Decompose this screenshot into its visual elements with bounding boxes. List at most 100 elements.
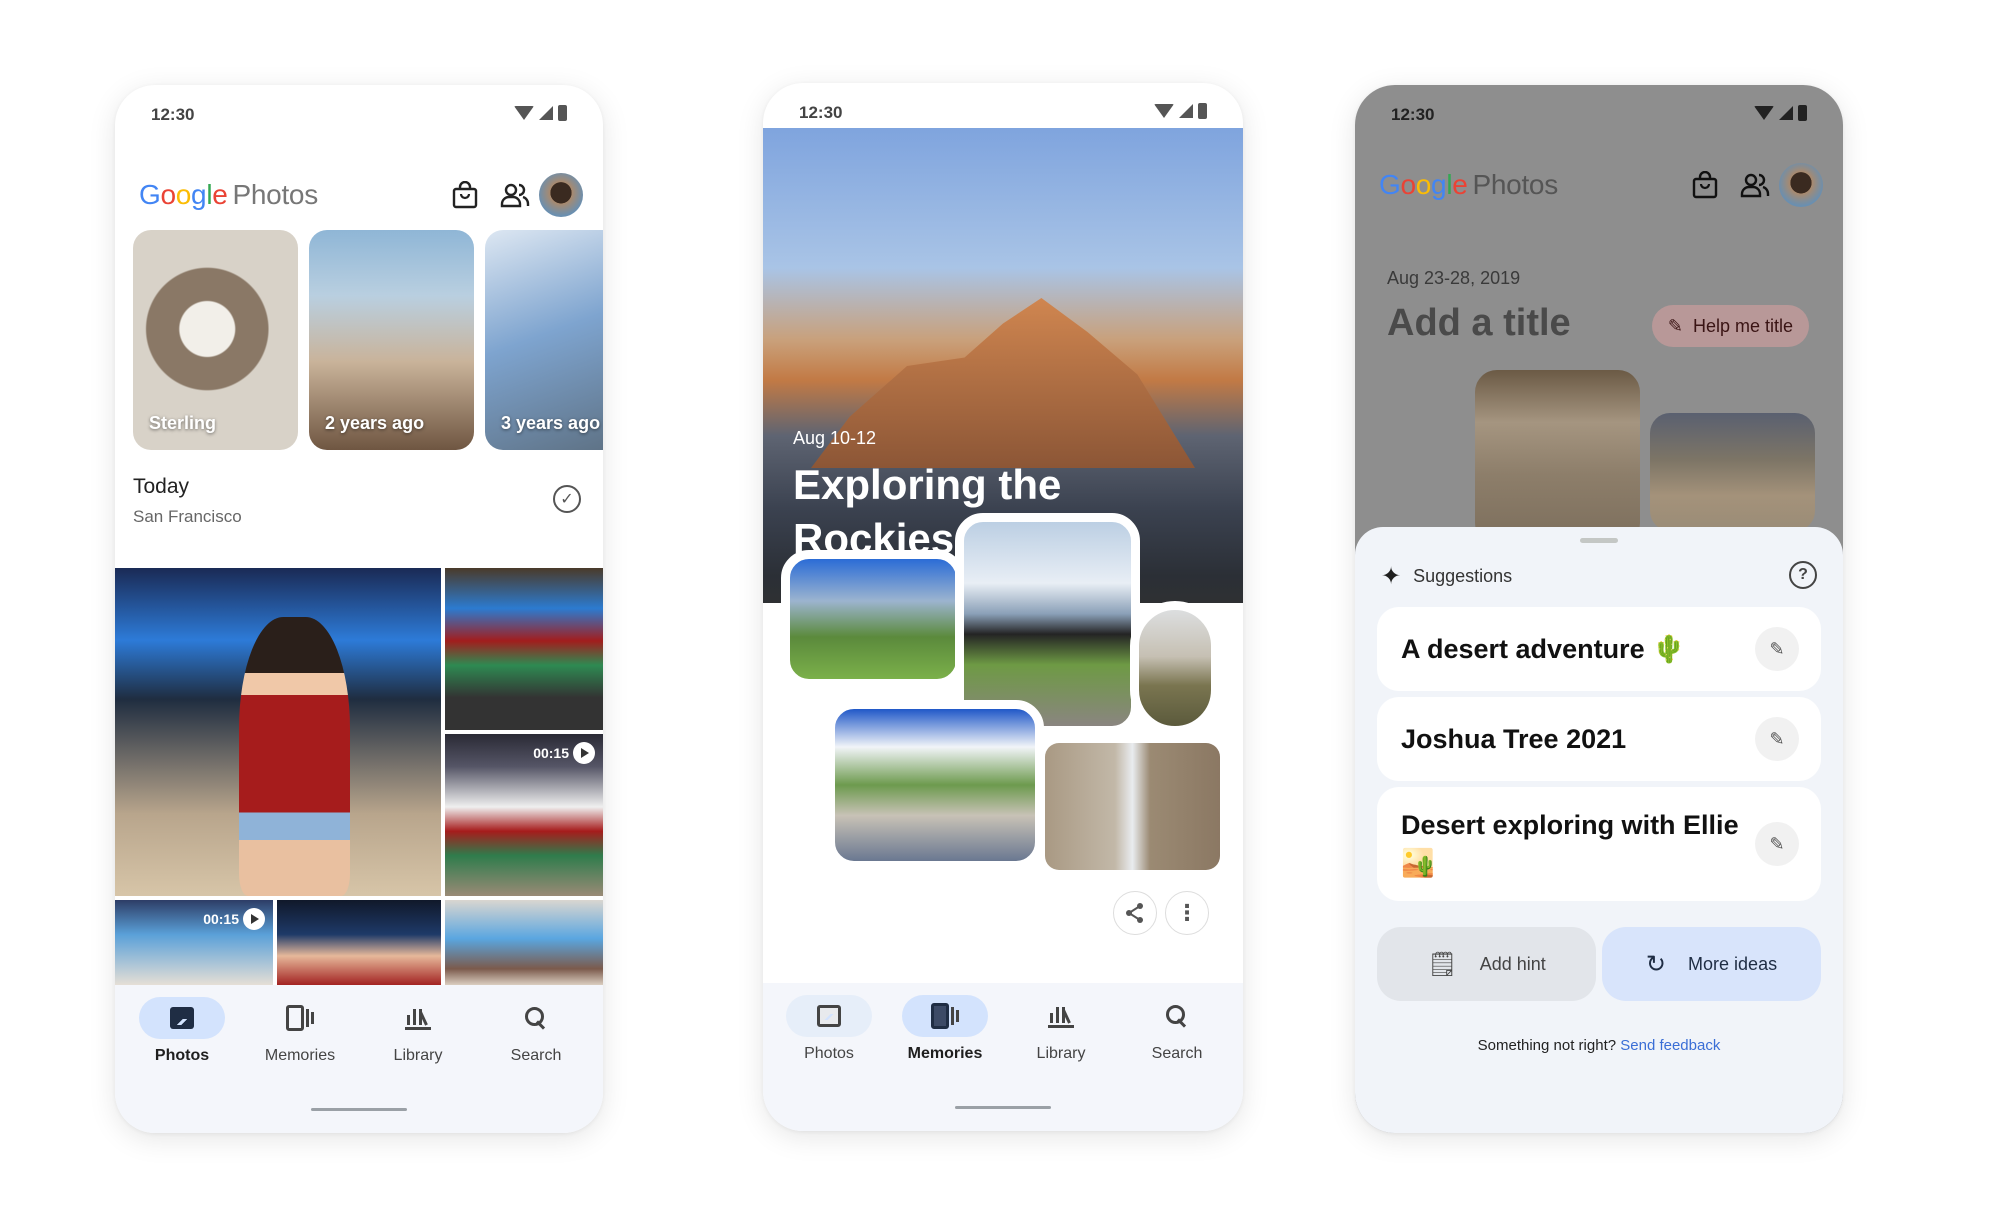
day-title: Today xyxy=(133,475,190,498)
photos-icon xyxy=(817,1005,841,1027)
suggestions-bottom-sheet: ✦ Suggestions ? A desert adventure 🌵 ✎ J… xyxy=(1355,527,1843,1133)
search-icon xyxy=(1165,1004,1189,1028)
memory-card[interactable]: 3 years ago xyxy=(485,230,603,450)
sharing-people-icon[interactable] xyxy=(1739,169,1771,201)
memory-photo xyxy=(1475,370,1640,545)
sheet-actions: 🗒 Add hint ↻ More ideas xyxy=(1377,927,1821,1001)
memory-card-label: 2 years ago xyxy=(325,413,425,433)
status-time: 12:30 xyxy=(151,105,195,124)
nav-tab-library[interactable]: Library xyxy=(1006,995,1116,1063)
nav-tab-search[interactable]: Search xyxy=(1122,995,1232,1063)
suggestion-list: A desert adventure 🌵 ✎ Joshua Tree 2021 … xyxy=(1377,607,1821,907)
play-icon xyxy=(573,742,595,764)
sharing-people-icon[interactable] xyxy=(499,179,531,211)
collage-photo[interactable] xyxy=(826,700,1044,870)
photo-tile[interactable] xyxy=(445,568,603,730)
more-ideas-button[interactable]: ↻ More ideas xyxy=(1602,927,1821,1001)
signal-icon xyxy=(539,106,553,120)
add-hint-icon: 🗒 xyxy=(1427,950,1458,978)
memory-card[interactable]: 2 years ago xyxy=(309,230,474,450)
photos-icon xyxy=(170,1007,194,1029)
photo-tile[interactable] xyxy=(277,900,441,986)
app-bar: Google Photos xyxy=(115,163,603,223)
status-icons xyxy=(1154,103,1207,119)
status-bar: 12:30 xyxy=(763,83,1243,128)
memories-carousel: Sterling 2 years ago 3 years ago xyxy=(133,230,603,450)
photo-tile[interactable] xyxy=(445,900,603,986)
status-icons xyxy=(514,105,567,121)
photo-subject xyxy=(238,617,350,896)
nav-tab-memories[interactable]: Memories xyxy=(890,995,1000,1063)
battery-icon xyxy=(1798,105,1807,121)
more-vert-icon: ⋮ xyxy=(1176,900,1198,925)
status-time: 12:30 xyxy=(1391,105,1435,124)
nav-tab-library[interactable]: Library xyxy=(363,997,473,1065)
memory-photo xyxy=(1650,413,1815,531)
search-icon xyxy=(524,1006,548,1030)
wifi-icon xyxy=(514,106,534,120)
phone-memory-screen: 12:30 Aug 10-12 Exploring the Rockies ⋮ … xyxy=(763,83,1243,1131)
help-question-icon[interactable]: ? xyxy=(1789,561,1817,589)
share-button[interactable] xyxy=(1113,891,1157,935)
memory-card[interactable]: Sterling xyxy=(133,230,298,450)
suggestion-item[interactable]: A desert adventure 🌵 ✎ xyxy=(1377,607,1821,691)
wifi-icon xyxy=(1154,104,1174,118)
status-icons xyxy=(1754,105,1807,121)
battery-icon xyxy=(1198,103,1207,119)
memory-card-label: 3 years ago xyxy=(501,413,601,433)
memory-card-label: Sterling xyxy=(149,413,217,433)
app-bar: Google Photos xyxy=(1355,153,1843,213)
edit-pencil-icon[interactable]: ✎ xyxy=(1755,717,1799,761)
nav-tab-photos[interactable]: Photos xyxy=(774,995,884,1063)
nav-tab-memories[interactable]: Memories xyxy=(245,997,355,1065)
sheet-drag-handle[interactable] xyxy=(1580,538,1618,543)
edit-pencil-icon[interactable]: ✎ xyxy=(1755,822,1799,866)
gesture-home-bar[interactable] xyxy=(955,1106,1051,1109)
day-location: San Francisco xyxy=(133,507,242,526)
sheet-header: ✦ Suggestions ? xyxy=(1381,561,1817,591)
signal-icon xyxy=(1779,106,1793,120)
select-all-check-icon[interactable]: ✓ xyxy=(553,485,581,513)
suggestion-item[interactable]: Joshua Tree 2021 ✎ xyxy=(1377,697,1821,781)
memories-icon xyxy=(286,1005,314,1031)
bottom-navigation: Photos Memories Library Search xyxy=(763,983,1243,1131)
day-section-header: Today San Francisco ✓ xyxy=(133,475,585,527)
sparkle-icon: ✦ xyxy=(1381,562,1402,590)
video-badge: 00:15 xyxy=(203,908,265,930)
magic-pen-icon: ✎ xyxy=(1667,315,1683,336)
status-bar: 12:30 xyxy=(115,85,603,130)
account-avatar[interactable] xyxy=(539,173,583,217)
phone-photos-screen: 12:30 Google Photos Sterling 2 years ago … xyxy=(115,85,603,1133)
send-feedback-link[interactable]: Send feedback xyxy=(1620,1037,1720,1054)
photo-tile[interactable] xyxy=(115,568,441,896)
title-input[interactable]: Add a title xyxy=(1387,302,1571,345)
wifi-icon xyxy=(1754,106,1774,120)
account-avatar[interactable] xyxy=(1779,163,1823,207)
add-hint-button[interactable]: 🗒 Add hint xyxy=(1377,927,1596,1001)
help-me-title-chip[interactable]: ✎ Help me title xyxy=(1651,305,1809,347)
refresh-icon: ↻ xyxy=(1645,950,1667,978)
collage-photo[interactable] xyxy=(1045,743,1220,870)
shopping-bag-icon[interactable] xyxy=(449,179,481,211)
nav-tab-search[interactable]: Search xyxy=(481,997,591,1065)
library-icon xyxy=(1048,1004,1074,1028)
collage-photo[interactable] xyxy=(1130,601,1220,735)
video-tile[interactable]: 00:15 xyxy=(445,734,603,896)
battery-icon xyxy=(558,105,567,121)
gesture-home-bar[interactable] xyxy=(311,1108,407,1111)
suggestion-item[interactable]: Desert exploring with Ellie 🏜️ ✎ xyxy=(1377,787,1821,901)
shopping-bag-icon[interactable] xyxy=(1689,169,1721,201)
video-badge: 00:15 xyxy=(533,742,595,764)
status-time: 12:30 xyxy=(799,103,843,122)
library-icon xyxy=(405,1006,431,1030)
memories-icon xyxy=(931,1003,959,1029)
more-options-button[interactable]: ⋮ xyxy=(1165,891,1209,935)
bottom-navigation: Photos Memories Library Search xyxy=(115,985,603,1133)
collage-photo[interactable] xyxy=(781,550,965,688)
video-tile[interactable]: 00:15 xyxy=(115,900,273,986)
google-photos-logo: Google Photos xyxy=(139,179,318,210)
edit-pencil-icon[interactable]: ✎ xyxy=(1755,627,1799,671)
nav-tab-photos[interactable]: Photos xyxy=(127,997,237,1065)
sheet-title: Suggestions xyxy=(1413,565,1513,586)
google-photos-logo: Google Photos xyxy=(1379,169,1558,200)
